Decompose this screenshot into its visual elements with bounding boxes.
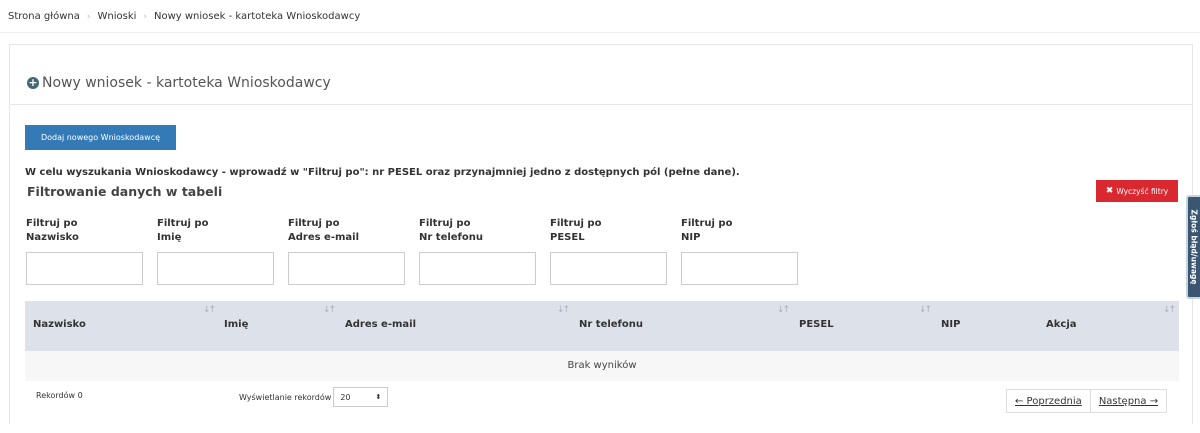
records-count: Rekordów 0 (36, 391, 83, 400)
phone-filter-input[interactable] (419, 252, 536, 285)
filter-label-field: Adres e-mail (288, 232, 360, 243)
filter-label-field: NIP (681, 232, 701, 243)
filter-first-name: Filtruj po Imię (157, 217, 275, 285)
page-size-label: Wyświetlanie rekordów (239, 392, 332, 402)
clear-filters-label: Wyczyść filtry (1116, 186, 1169, 196)
breadcrumb: Strona główna › Wnioski › Nowy wniosek -… (8, 11, 360, 22)
add-applicant-button[interactable]: Dodaj nowego Wnioskodawcę (25, 125, 176, 150)
sort-icon[interactable]: ↓↑ (323, 305, 336, 315)
filter-pesel: Filtruj po PESEL (550, 217, 668, 285)
table-header: Nazwisko ↓↑ Imię ↓↑ Adres e-mail ↓↑ Nr t… (25, 301, 1179, 351)
breadcrumb-applications-link[interactable]: Wnioski (97, 11, 136, 22)
filter-label-field: Nazwisko (26, 232, 79, 243)
filter-label-prefix: Filtruj po (157, 218, 209, 229)
chevron-updown-icon: ⬍ (375, 393, 382, 401)
breadcrumb-home-link[interactable]: Strona główna (8, 11, 80, 22)
column-header-nip[interactable]: NIP (941, 319, 960, 330)
filter-label: Filtruj po Nazwisko (26, 217, 144, 247)
report-issue-tab[interactable]: Zgłoś błąd/uwagę (1186, 195, 1200, 299)
main-panel: + Nowy wniosek - kartoteka Wnioskodawcy … (9, 44, 1193, 424)
filter-label: Filtruj po PESEL (550, 217, 668, 247)
breadcrumb-current: Nowy wniosek - kartoteka Wnioskodawcy (154, 11, 361, 22)
breadcrumb-separator: › (86, 11, 91, 22)
surname-filter-input[interactable] (26, 252, 143, 285)
filter-email: Filtruj po Adres e-mail (288, 217, 406, 285)
pesel-filter-input[interactable] (550, 252, 667, 285)
report-issue-label: Zgłoś błąd/uwagę (1189, 209, 1199, 285)
applicants-table: Nazwisko ↓↑ Imię ↓↑ Adres e-mail ↓↑ Nr t… (25, 301, 1179, 381)
close-icon: ✖ (1105, 186, 1114, 196)
filter-label-field: Nr telefonu (419, 232, 484, 243)
filter-label: Filtruj po Adres e-mail (288, 217, 406, 247)
filter-label: Filtruj po Imię (157, 217, 275, 247)
panel-header: + Nowy wniosek - kartoteka Wnioskodawcy (10, 45, 1192, 105)
sort-icon[interactable]: ↓↑ (557, 305, 570, 315)
page-size-control: Wyświetlanie rekordów 20 ⬍ (239, 387, 389, 407)
filter-label: Filtruj po Nr telefonu (419, 217, 537, 247)
column-header-phone[interactable]: Nr telefonu (579, 319, 643, 330)
sort-icon[interactable]: ↓↑ (919, 305, 932, 315)
clear-filters-button[interactable]: ✖ Wyczyść filtry (1096, 180, 1178, 202)
filter-label-prefix: Filtruj po (681, 218, 733, 229)
page-size-select[interactable]: 20 ⬍ (333, 387, 389, 407)
breadcrumb-separator: › (143, 11, 147, 22)
filter-label-prefix: Filtruj po (26, 218, 78, 229)
filter-section-title: Filtrowanie danych w tabeli (27, 184, 223, 199)
column-header-pesel[interactable]: PESEL (799, 319, 834, 330)
sort-icon[interactable]: ↓↑ (203, 305, 216, 315)
plus-circle-icon: + (27, 76, 39, 89)
nip-filter-input[interactable] (681, 252, 798, 285)
filter-phone: Filtruj po Nr telefonu (419, 217, 537, 285)
first-name-filter-input[interactable] (157, 252, 274, 285)
filter-label-field: Imię (157, 232, 182, 243)
sort-icon[interactable]: ↓↑ (777, 305, 790, 315)
filter-label-prefix: Filtruj po (550, 218, 602, 229)
filter-label: Filtruj po NIP (681, 217, 799, 247)
filter-label-prefix: Filtruj po (288, 218, 340, 229)
page-title: + Nowy wniosek - kartoteka Wnioskodawcy (27, 75, 331, 91)
column-header-action[interactable]: Akcja (1046, 319, 1077, 330)
column-header-email[interactable]: Adres e-mail (345, 319, 416, 330)
divider (0, 32, 1200, 33)
filter-label-field: PESEL (550, 232, 585, 243)
column-header-surname[interactable]: Nazwisko (33, 319, 86, 330)
table-empty-message: Brak wyników (25, 351, 1179, 381)
filter-label-prefix: Filtruj po (419, 218, 471, 229)
pagination: ← Poprzednia Następna → (1006, 389, 1168, 413)
column-header-first-name[interactable]: Imię (224, 319, 248, 330)
page-title-text: Nowy wniosek - kartoteka Wnioskodawcy (42, 75, 331, 91)
page-size-value: 20 (340, 392, 351, 402)
previous-page-button[interactable]: ← Poprzednia (1006, 389, 1091, 413)
next-page-button[interactable]: Następna → (1090, 389, 1168, 413)
search-instructions: W celu wyszukania Wnioskodawcy - wprowad… (25, 167, 740, 178)
filter-nip: Filtruj po NIP (681, 217, 799, 285)
email-filter-input[interactable] (288, 252, 405, 285)
sort-icon[interactable]: ↓↑ (1163, 305, 1176, 315)
filter-surname: Filtruj po Nazwisko (26, 217, 144, 285)
